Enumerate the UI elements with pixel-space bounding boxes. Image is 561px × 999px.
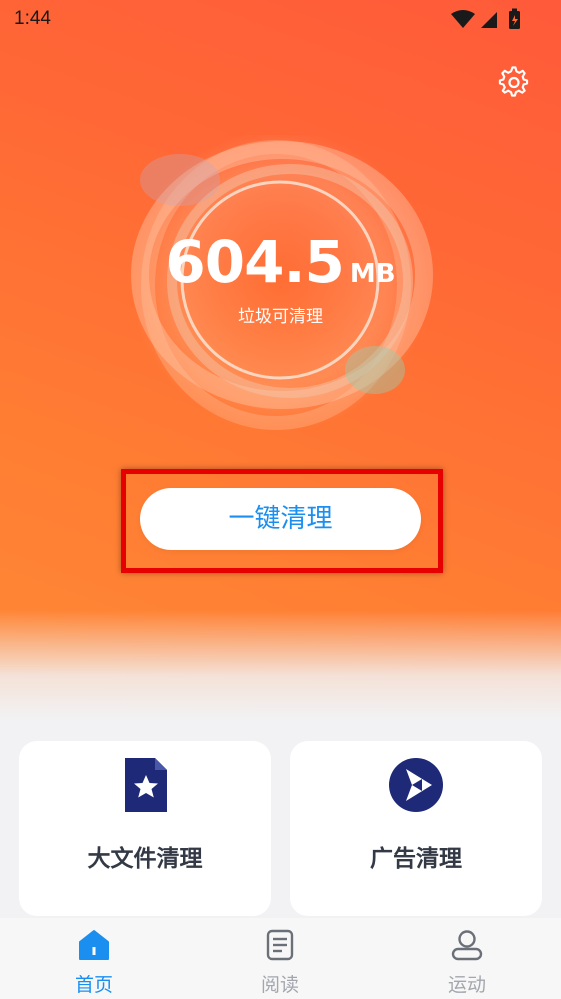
status-icons xyxy=(451,8,520,29)
tab-read-label: 阅读 xyxy=(260,974,299,996)
play-circle-icon xyxy=(389,758,443,812)
junk-size: 604.5 MB xyxy=(0,228,561,296)
large-file-clean-card[interactable]: 大文件清理 xyxy=(19,741,271,916)
wifi-icon xyxy=(451,10,475,28)
user-icon xyxy=(451,930,483,961)
document-icon xyxy=(266,929,294,961)
junk-size-value: 604.5 xyxy=(165,228,344,296)
bottom-tab-bar: 首页 阅读 运动 xyxy=(0,918,561,999)
gear-icon xyxy=(498,66,529,97)
star-file-icon xyxy=(125,758,167,812)
tab-read[interactable]: 阅读 xyxy=(220,918,340,999)
large-file-clean-label: 大文件清理 xyxy=(87,846,203,872)
ad-clean-label: 广告清理 xyxy=(370,846,462,872)
home-icon xyxy=(79,930,109,960)
tab-home[interactable]: 首页 xyxy=(34,918,154,999)
junk-caption: 垃圾可清理 xyxy=(238,307,323,327)
tab-sport-label: 运动 xyxy=(447,974,486,996)
status-bar: 1:44 xyxy=(0,0,561,40)
status-time: 1:44 xyxy=(14,8,51,29)
tab-sport[interactable]: 运动 xyxy=(407,918,527,999)
junk-size-unit: MB xyxy=(349,259,396,289)
tab-home-label: 首页 xyxy=(74,974,113,996)
ad-clean-card[interactable]: 广告清理 xyxy=(290,741,542,916)
settings-button[interactable] xyxy=(498,66,530,98)
signal-icon xyxy=(481,12,497,28)
hero-fade xyxy=(0,610,561,720)
one-click-clean-button[interactable]: 一键清理 xyxy=(140,488,421,550)
